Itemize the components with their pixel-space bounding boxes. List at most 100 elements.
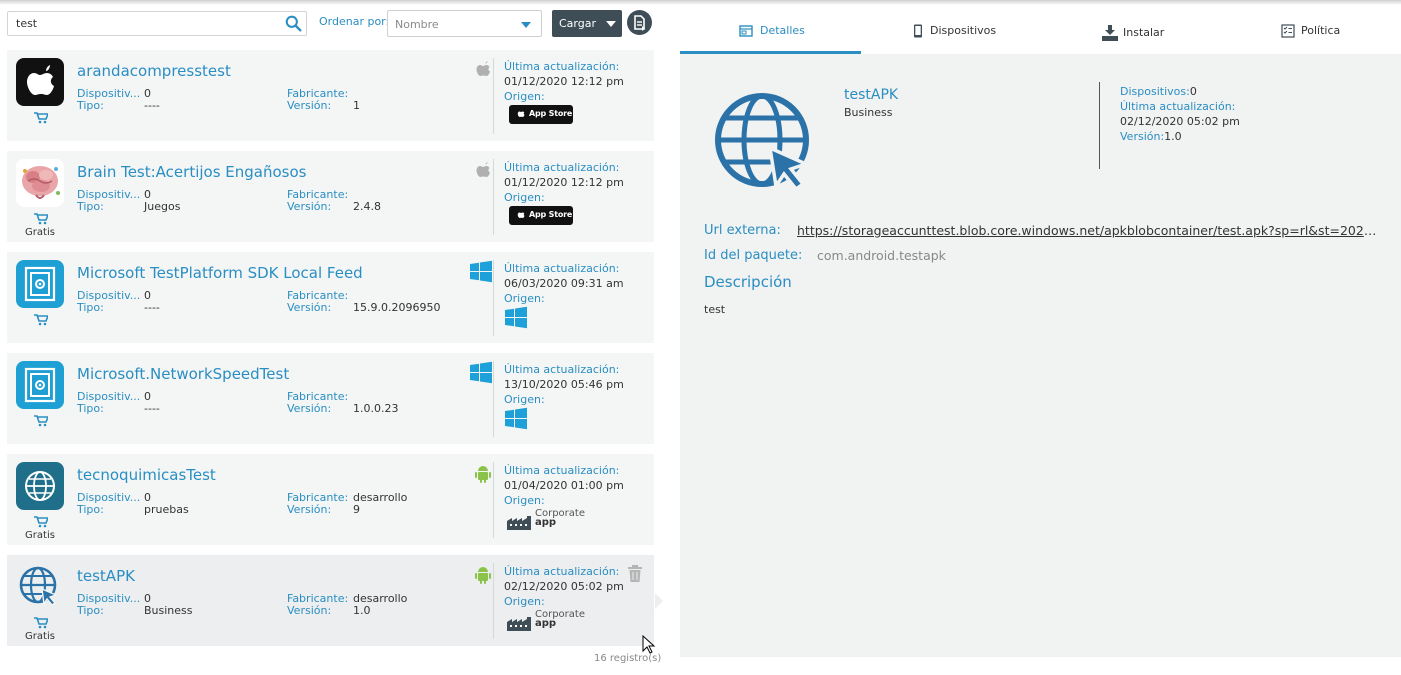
type-value: ---- — [144, 301, 160, 314]
app-name[interactable]: arandacompresstest — [77, 62, 231, 80]
cart-icon[interactable] — [34, 112, 48, 124]
card-divider — [493, 462, 494, 538]
origin-label: Origen: — [504, 191, 545, 204]
type-label: Tipo: — [77, 604, 104, 617]
export-button[interactable] — [627, 10, 652, 35]
card-divider — [493, 260, 494, 336]
card-divider — [493, 159, 494, 235]
cart-icon[interactable] — [34, 314, 48, 326]
origin-label: Origen: — [504, 90, 545, 103]
detail-updated-label-row: Última actualización: — [1120, 100, 1235, 113]
cart-icon[interactable] — [34, 213, 48, 225]
detail-version: Versión:1.0 — [1120, 130, 1182, 143]
type-value: ---- — [144, 99, 160, 112]
detail-panel: Detalles Dispositivos Instalar Política … — [680, 10, 1401, 657]
description-heading: Descripción — [704, 273, 792, 291]
app-name[interactable]: tecnoquimicasTest — [77, 466, 216, 484]
apple-icon — [517, 212, 525, 218]
sort-label: Ordenar por: — [319, 15, 390, 28]
updated-value: 01/04/2020 01:00 pm — [504, 479, 624, 492]
app-name[interactable]: Microsoft TestPlatform SDK Local Feed — [77, 264, 363, 282]
tab-devices[interactable]: Dispositivos — [861, 10, 1041, 54]
version-value: 1 — [353, 99, 360, 112]
version-label: Versión: — [287, 200, 332, 213]
app-card[interactable]: arandacompresstest Dispositiv... 0 Tipo:… — [7, 50, 654, 141]
type-value: Business — [144, 604, 193, 617]
trash-icon[interactable] — [627, 565, 643, 583]
card-divider — [493, 563, 494, 639]
app-logo-globe-cursor — [715, 93, 811, 192]
version-value: 15.9.0.2096950 — [353, 301, 441, 314]
external-url-link[interactable]: https://storageaccunttest.blob.core.wind… — [797, 223, 1377, 238]
detail-updated-value-row: 02/12/2020 05:02 pm — [1120, 115, 1240, 128]
version-label: Versión: — [287, 301, 332, 314]
android-icon — [475, 466, 491, 483]
app-logo-globe-cursor — [16, 563, 64, 611]
type-value: Juegos — [144, 200, 181, 213]
cart-icon[interactable] — [34, 516, 48, 528]
app-card-selected[interactable]: Gratis testAPK Dispositiv... 0 Tipo: Bus… — [7, 555, 663, 646]
selection-pointer — [655, 593, 663, 609]
version-label: Versión: — [287, 503, 332, 516]
app-store-badge-label: App Store — [529, 210, 573, 219]
tab-policy[interactable]: Política — [1221, 10, 1401, 54]
app-card[interactable]: Gratis Brain Test:Acertijos Engañosos Di… — [7, 151, 654, 242]
detail-tabs: Detalles Dispositivos Instalar Política — [680, 10, 1401, 54]
app-card[interactable]: Microsoft TestPlatform SDK Local Feed Di… — [7, 252, 654, 343]
version-value: 2.4.8 — [353, 200, 381, 213]
updated-value: 02/12/2020 05:02 pm — [504, 580, 624, 593]
app-list-panel: Ordenar por: Nombre Cargar — [0, 5, 670, 675]
sort-selected-value: Nombre — [395, 18, 439, 31]
cart-icon[interactable] — [34, 415, 48, 427]
origin-label: Origen: — [504, 595, 545, 608]
detail-updated-value: 02/12/2020 05:02 pm — [1120, 115, 1240, 128]
updated-label: Última actualización: — [504, 363, 620, 376]
app-store-badge-label: App Store — [529, 109, 573, 118]
load-button[interactable]: Cargar — [552, 10, 622, 37]
updated-label: Última actualización: — [504, 60, 620, 73]
sort-select[interactable]: Nombre — [387, 10, 542, 37]
windows-icon — [470, 361, 492, 384]
version-value: 1.0.0.23 — [353, 402, 399, 415]
app-name[interactable]: Microsoft.NetworkSpeedTest — [77, 365, 289, 383]
cart-icon[interactable] — [34, 617, 48, 629]
app-logo-brain — [16, 159, 64, 207]
app-card[interactable]: Microsoft.NetworkSpeedTest Dispositiv...… — [7, 353, 654, 444]
updated-label: Última actualización: — [504, 565, 620, 578]
version-label: Versión: — [287, 402, 332, 415]
app-name[interactable]: Brain Test:Acertijos Engañosos — [77, 163, 307, 181]
corporate-badge-line2: app — [535, 618, 557, 629]
apple-icon — [476, 61, 490, 76]
updated-value: 01/12/2020 12:12 pm — [504, 75, 624, 88]
version-label: Versión: — [287, 604, 332, 617]
card-divider — [493, 58, 494, 134]
chevron-down-icon — [606, 21, 616, 27]
app-card[interactable]: Gratis tecnoquimicasTest Dispositiv... 0… — [7, 454, 654, 545]
tab-label: Política — [1301, 24, 1341, 37]
external-url-label: Url externa: — [704, 223, 781, 238]
detail-category: Business — [844, 106, 893, 119]
details-icon — [739, 25, 753, 37]
android-icon — [475, 567, 491, 584]
tab-install[interactable]: Instalar — [1041, 10, 1221, 54]
tab-label: Dispositivos — [930, 24, 997, 37]
version-value: 9 — [353, 503, 360, 516]
app-name[interactable]: testAPK — [77, 567, 135, 585]
device-icon — [914, 24, 922, 38]
search-box — [7, 11, 307, 36]
app-logo-package — [16, 260, 64, 308]
origin-label: Origen: — [504, 393, 545, 406]
card-divider — [493, 361, 494, 437]
factory-icon — [507, 516, 531, 530]
tab-details[interactable]: Detalles — [680, 10, 861, 54]
app-logo-globe — [16, 462, 64, 510]
app-store-badge: App Store — [509, 206, 573, 225]
origin-label: Origen: — [504, 494, 545, 507]
search-icon[interactable] — [285, 15, 302, 32]
detail-updated-label: Última actualización: — [1120, 100, 1236, 113]
origin-label: Origen: — [504, 292, 545, 305]
type-label: Tipo: — [77, 301, 104, 314]
chevron-down-icon — [521, 22, 531, 28]
app-store-badge: App Store — [509, 105, 573, 124]
search-input[interactable] — [8, 12, 278, 35]
